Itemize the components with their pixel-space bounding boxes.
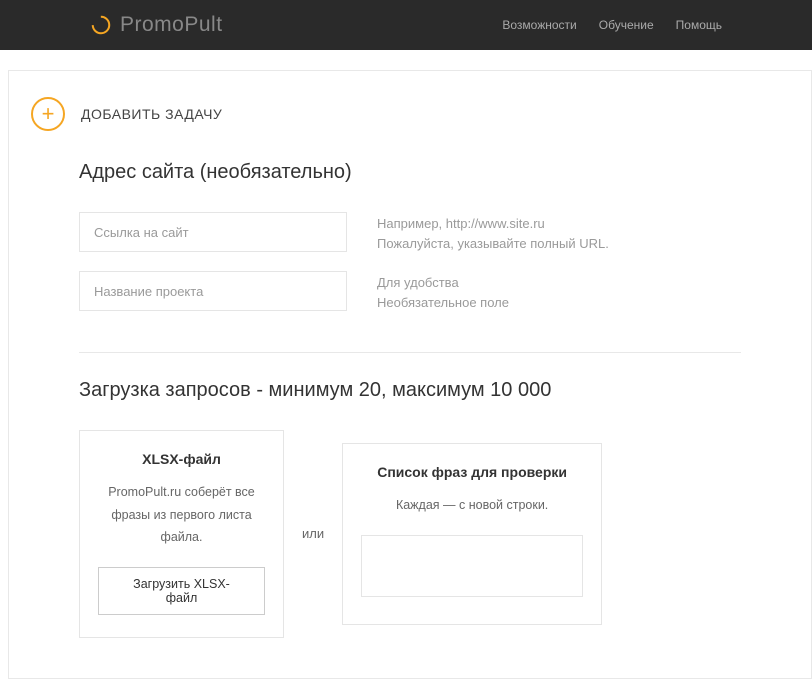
site-url-hint: Например, http://www.site.ru Пожалуйста,… [377,212,609,253]
site-address-section: Адрес сайта (необязательно) Например, ht… [9,161,811,312]
main-nav: Возможности Обучение Помощь [502,18,722,32]
site-url-hint-line2: Пожалуйста, указывайте полный URL. [377,234,609,254]
phrases-card-desc: Каждая — с новой строки. [361,494,583,517]
nav-features[interactable]: Возможности [502,18,576,32]
logo[interactable]: PromoPult [90,13,223,37]
add-task-row: + ДОБАВИТЬ ЗАДАЧУ [9,97,811,131]
nav-help[interactable]: Помощь [676,18,722,32]
project-name-hint: Для удобства Необязательное поле [377,271,509,312]
main-panel: + ДОБАВИТЬ ЗАДАЧУ Адрес сайта (необязате… [8,70,812,679]
xlsx-card-title: XLSX-файл [98,451,265,467]
phrases-card-title: Список фраз для проверки [361,464,583,480]
logo-text: PromoPult [120,13,223,37]
project-name-hint-line2: Необязательное поле [377,293,509,313]
section-divider [79,352,741,353]
project-name-hint-line1: Для удобства [377,273,509,293]
site-url-input[interactable] [79,212,347,252]
or-label: или [302,526,324,541]
site-address-title: Адрес сайта (необязательно) [79,161,741,184]
nav-training[interactable]: Обучение [599,18,654,32]
top-header: PromoPult Возможности Обучение Помощь [0,0,812,50]
upload-section: Загрузка запросов - минимум 20, максимум… [9,379,811,402]
phrases-card: Список фраз для проверки Каждая — с ново… [342,443,602,625]
upload-title: Загрузка запросов - минимум 20, максимум… [79,379,741,402]
url-row: Например, http://www.site.ru Пожалуйста,… [79,212,741,253]
logo-icon [90,14,112,36]
phrases-textarea[interactable] [361,535,583,597]
upload-xlsx-button[interactable]: Загрузить XLSX-файл [98,567,265,615]
plus-icon: + [42,103,55,125]
add-task-button[interactable]: + [31,97,65,131]
name-row: Для удобства Необязательное поле [79,271,741,312]
xlsx-card: XLSX-файл PromoPult.ru соберёт все фразы… [79,430,284,638]
xlsx-card-desc: PromoPult.ru соберёт все фразы из первог… [98,481,265,549]
site-url-hint-line1: Например, http://www.site.ru [377,214,609,234]
project-name-input[interactable] [79,271,347,311]
upload-cards: XLSX-файл PromoPult.ru соберёт все фразы… [9,430,811,638]
add-task-label: ДОБАВИТЬ ЗАДАЧУ [81,106,222,122]
